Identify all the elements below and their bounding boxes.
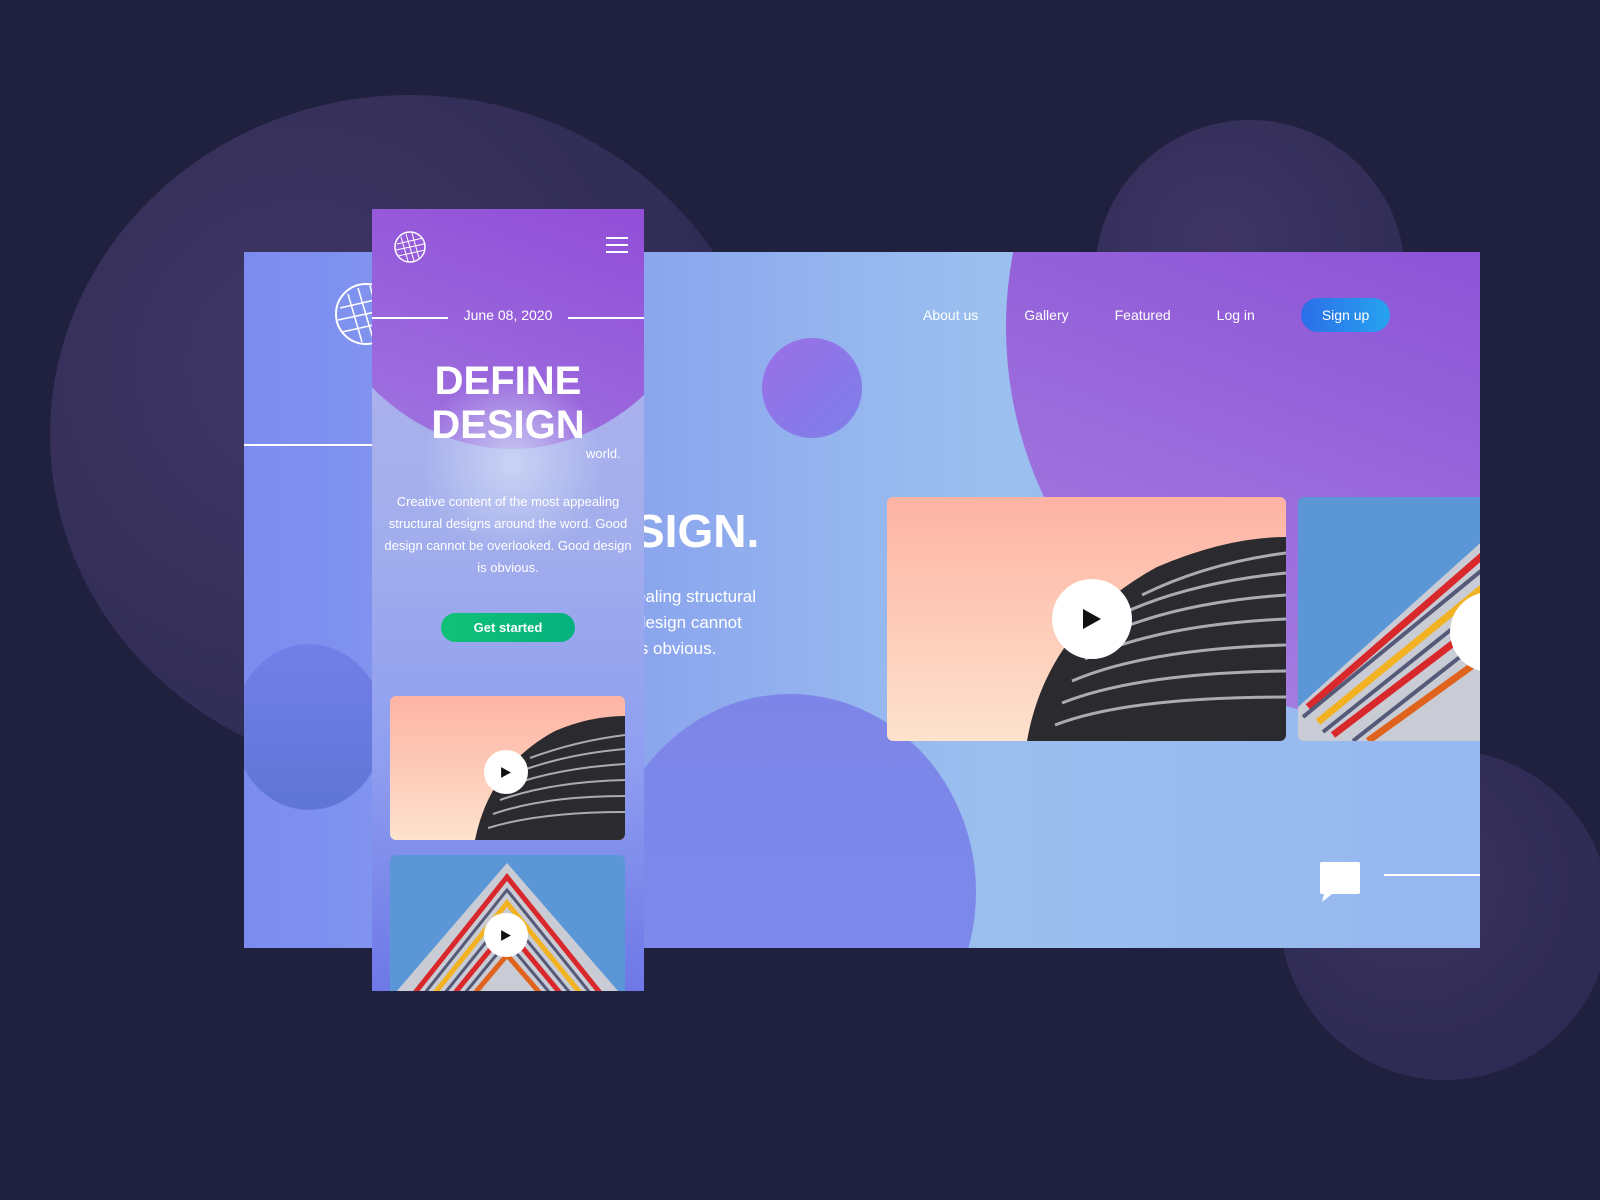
play-icon <box>501 929 511 941</box>
logo-icon[interactable] <box>394 231 426 263</box>
play-button[interactable] <box>484 913 528 957</box>
left-blue-circle <box>244 644 384 810</box>
video-card-dome[interactable] <box>887 497 1286 741</box>
hero-copy-line: ealing structural <box>636 587 757 606</box>
date-rule-right <box>568 317 644 319</box>
get-started-button[interactable]: Get started <box>441 613 575 642</box>
hero-copy: ealing structural design cannot is obvio… <box>636 584 756 662</box>
mobile-description: Creative content of the most appealing s… <box>384 494 632 575</box>
mobile-title-line: DEFINE <box>434 359 582 403</box>
chat-icon[interactable] <box>1318 860 1362 904</box>
nav-gallery[interactable]: Gallery <box>1024 307 1068 323</box>
play-button[interactable] <box>1052 579 1132 659</box>
nav-log-in[interactable]: Log in <box>1217 307 1255 323</box>
hamburger-menu-icon[interactable] <box>606 237 628 255</box>
play-icon <box>1479 620 1480 644</box>
divider-line <box>1384 874 1480 876</box>
sign-up-button[interactable]: Sign up <box>1300 298 1391 332</box>
top-nav: About us Gallery Featured Log in Sign up <box>923 298 1391 332</box>
nav-about-us[interactable]: About us <box>923 307 978 323</box>
mobile-title: DEFINE DESIGN <box>372 359 644 447</box>
hero-copy-line: design cannot <box>636 613 742 632</box>
date-label: June 08, 2020 <box>463 307 553 323</box>
mobile-video-card-balconies[interactable] <box>390 855 625 991</box>
hero-headline: SIGN. <box>634 505 760 557</box>
play-icon <box>501 766 511 778</box>
divider-line <box>244 444 374 446</box>
video-card-balconies[interactable] <box>1298 497 1480 741</box>
nav-featured[interactable]: Featured <box>1115 307 1171 323</box>
mobile-title-line: DESIGN <box>431 403 585 447</box>
play-button[interactable] <box>484 750 528 794</box>
mobile-title-suffix: world. <box>586 446 621 461</box>
play-icon <box>1083 609 1101 629</box>
mobile-video-card-dome[interactable] <box>390 696 625 840</box>
mobile-mockup: June 08, 2020 DEFINE DESIGN world. Creat… <box>372 209 644 991</box>
hero-copy-line: is obvious. <box>636 639 717 658</box>
small-purple-circle <box>762 338 862 438</box>
